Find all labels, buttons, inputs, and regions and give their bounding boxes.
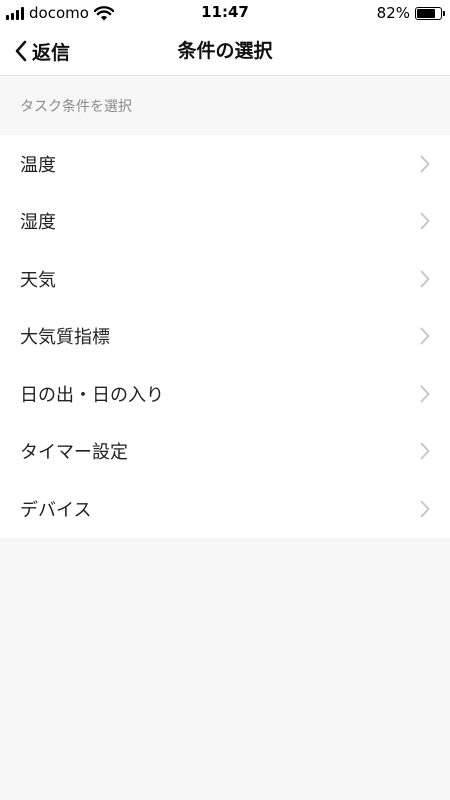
condition-label: 大気質指標 <box>20 327 110 349</box>
navigation-bar: 返信 条件の選択 <box>0 26 450 76</box>
battery-fill <box>417 8 435 18</box>
list-item[interactable]: 日の出・日の入り <box>0 365 450 423</box>
list-item[interactable]: 湿度 <box>0 193 450 251</box>
battery-percent: 82% <box>376 4 410 22</box>
chevron-right-icon <box>420 155 430 173</box>
battery-icon <box>415 6 445 20</box>
condition-label: 湿度 <box>20 212 56 234</box>
status-right: 82% <box>376 3 445 23</box>
condition-label: タイマー設定 <box>20 442 128 464</box>
list-item[interactable]: 温度 <box>0 135 450 193</box>
section-header: タスク条件を選択 <box>0 77 450 135</box>
status-bar: docomo 11:47 82% <box>0 0 450 26</box>
list-item[interactable]: タイマー設定 <box>0 423 450 481</box>
chevron-right-icon <box>420 212 430 230</box>
back-label: 返信 <box>32 41 71 64</box>
chevron-right-icon <box>420 442 430 460</box>
chevron-right-icon <box>420 500 430 518</box>
condition-label: デバイス <box>20 499 92 521</box>
chevron-right-icon <box>420 327 430 345</box>
list-item[interactable]: デバイス <box>0 480 450 538</box>
condition-list: 温度湿度天気大気質指標日の出・日の入り タイマー設定 デバイス <box>0 135 450 538</box>
back-button[interactable]: 返信 <box>14 26 70 76</box>
chevron-right-icon <box>420 270 430 288</box>
list-item[interactable]: 天気 <box>0 250 450 308</box>
condition-label: 温度 <box>20 154 56 176</box>
condition-label: 日の出・日の入り <box>20 384 164 406</box>
list-item[interactable]: 大気質指標 <box>0 308 450 366</box>
chevron-left-icon <box>15 40 27 62</box>
battery-cap <box>443 10 445 16</box>
chevron-right-icon <box>420 385 430 403</box>
screen: docomo 11:47 82% 返信 条件の選択 タスク条件を選択 温度湿度天… <box>0 0 450 800</box>
condition-label: 天気 <box>20 269 56 291</box>
